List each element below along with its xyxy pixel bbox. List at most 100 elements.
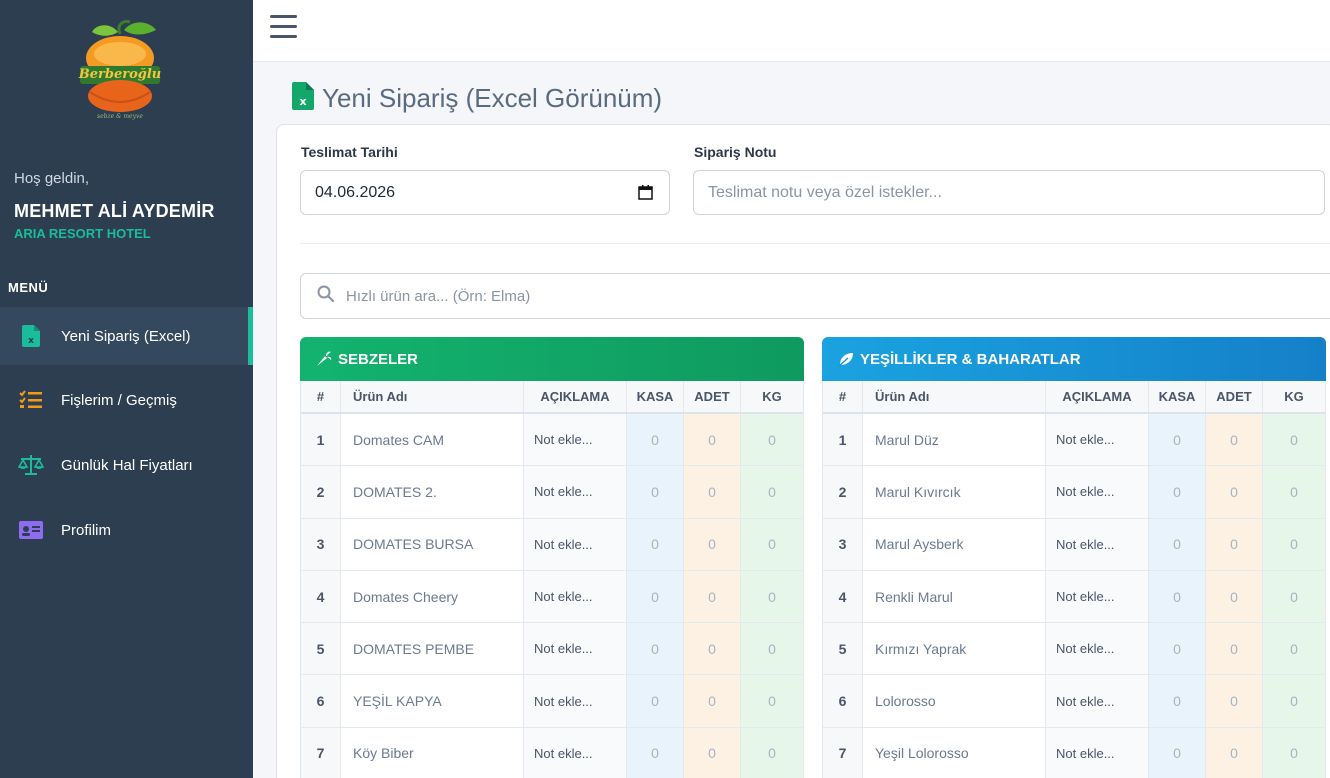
col-name: Ürün Adı	[863, 381, 1046, 412]
kasa-input[interactable]: 0	[1149, 466, 1206, 518]
note-input[interactable]: Not ekle...	[524, 414, 627, 466]
col-note: AÇIKLAMA	[1046, 381, 1149, 412]
kasa-input[interactable]: 0	[1149, 727, 1206, 778]
kasa-input[interactable]: 0	[627, 570, 684, 623]
product-name: Renkli Marul	[863, 570, 1046, 623]
adet-input[interactable]: 0	[1206, 414, 1263, 466]
adet-input[interactable]: 0	[684, 466, 741, 518]
kg-input[interactable]: 0	[741, 466, 803, 518]
kasa-input[interactable]: 0	[627, 727, 684, 778]
product-name: YEŞİL KAPYA	[341, 675, 524, 727]
kasa-input[interactable]: 0	[627, 414, 684, 466]
table-row: 5 Kırmızı Yaprak Not ekle... 0 0 0	[823, 623, 1325, 676]
product-name: DOMATES PEMBE	[341, 623, 524, 675]
menu-toggle-icon[interactable]	[270, 15, 297, 39]
col-note: AÇIKLAMA	[524, 381, 627, 412]
kg-input[interactable]: 0	[741, 675, 803, 727]
table-row: 1 Domates CAM Not ekle... 0 0 0	[301, 414, 803, 467]
kg-input[interactable]: 0	[741, 727, 803, 778]
note-input[interactable]: Not ekle...	[1046, 675, 1149, 727]
note-input[interactable]: Not ekle...	[524, 623, 627, 675]
kg-input[interactable]: 0	[1263, 570, 1325, 623]
note-input[interactable]: Not ekle...	[1046, 414, 1149, 466]
note-input[interactable]: Not ekle...	[1046, 570, 1149, 623]
adet-input[interactable]: 0	[1206, 518, 1263, 570]
col-adet: ADET	[684, 381, 741, 412]
note-input[interactable]: Not ekle...	[524, 727, 627, 778]
adet-input[interactable]: 0	[1206, 570, 1263, 623]
row-num: 1	[301, 414, 341, 466]
kasa-input[interactable]: 0	[627, 466, 684, 518]
row-num: 5	[301, 623, 341, 675]
delivery-date-input[interactable]: 04.06.2026	[300, 170, 670, 215]
note-input[interactable]: Not ekle...	[524, 466, 627, 518]
product-name: DOMATES 2.	[341, 466, 524, 518]
note-input[interactable]: Not ekle...	[1046, 466, 1149, 518]
nav-item-profile[interactable]: Profilim	[0, 501, 253, 559]
row-num: 6	[301, 675, 341, 727]
divider	[300, 243, 1330, 244]
adet-input[interactable]: 0	[684, 727, 741, 778]
row-num: 7	[823, 727, 863, 778]
kasa-input[interactable]: 0	[1149, 518, 1206, 570]
product-name: DOMATES BURSA	[341, 518, 524, 570]
kg-input[interactable]: 0	[741, 414, 803, 466]
kg-input[interactable]: 0	[1263, 518, 1325, 570]
table-row: 7 Köy Biber Not ekle... 0 0 0	[301, 727, 803, 778]
adet-input[interactable]: 0	[1206, 727, 1263, 778]
kasa-input[interactable]: 0	[1149, 570, 1206, 623]
nav-item-market-prices[interactable]: Günlük Hal Fiyatları	[0, 436, 253, 494]
search-placeholder: Hızlı ürün ara... (Örn: Elma)	[346, 287, 531, 305]
kasa-input[interactable]: 0	[1149, 414, 1206, 466]
kg-input[interactable]: 0	[741, 570, 803, 623]
order-note-placeholder: Teslimat notu veya özel istekler...	[708, 183, 942, 201]
kg-input[interactable]: 0	[1263, 623, 1325, 675]
nav-label: Fişlerim / Geçmiş	[61, 391, 177, 409]
sidebar: sebze & meyve Berberoğlu Hoş geldin, MEH…	[0, 0, 253, 778]
adet-input[interactable]: 0	[1206, 675, 1263, 727]
table-row: 3 Marul Aysberk Not ekle... 0 0 0	[823, 518, 1325, 571]
row-num: 4	[301, 570, 341, 623]
svg-text:x: x	[28, 336, 34, 346]
adet-input[interactable]: 0	[684, 414, 741, 466]
note-input[interactable]: Not ekle...	[524, 675, 627, 727]
note-input[interactable]: Not ekle...	[1046, 623, 1149, 675]
nav-item-history[interactable]: Fişlerim / Geçmiş	[0, 371, 253, 429]
kg-input[interactable]: 0	[1263, 414, 1325, 466]
note-input[interactable]: Not ekle...	[1046, 727, 1149, 778]
kg-input[interactable]: 0	[1263, 675, 1325, 727]
order-note-input[interactable]: Teslimat notu veya özel istekler...	[693, 170, 1325, 215]
brand-logo[interactable]: sebze & meyve Berberoğlu	[76, 16, 164, 120]
adet-input[interactable]: 0	[684, 570, 741, 623]
kasa-input[interactable]: 0	[627, 623, 684, 675]
adet-input[interactable]: 0	[684, 623, 741, 675]
note-input[interactable]: Not ekle...	[524, 518, 627, 570]
calendar-icon[interactable]	[638, 185, 653, 205]
nav-item-new-order[interactable]: x Yeni Sipariş (Excel)	[0, 307, 253, 365]
product-search-input[interactable]: Hızlı ürün ara... (Örn: Elma)	[300, 273, 1330, 319]
kasa-input[interactable]: 0	[627, 518, 684, 570]
kasa-input[interactable]: 0	[1149, 675, 1206, 727]
adet-input[interactable]: 0	[684, 675, 741, 727]
kg-input[interactable]: 0	[741, 518, 803, 570]
kasa-input[interactable]: 0	[1149, 623, 1206, 675]
category-header: SEBZELER	[300, 337, 804, 381]
note-input[interactable]: Not ekle...	[1046, 518, 1149, 570]
logo-text: Berberoğlu	[78, 67, 161, 82]
kg-input[interactable]: 0	[1263, 466, 1325, 518]
product-name: Domates CAM	[341, 414, 524, 466]
row-num: 2	[301, 466, 341, 518]
kasa-input[interactable]: 0	[627, 675, 684, 727]
adet-input[interactable]: 0	[684, 518, 741, 570]
note-input[interactable]: Not ekle...	[524, 570, 627, 623]
category-table-vegetables: SEBZELER # Ürün Adı AÇIKLAMA KASA ADET K…	[300, 337, 804, 778]
scale-icon	[18, 452, 44, 478]
product-grid: # Ürün Adı AÇIKLAMA KASA ADET KG 1 Marul …	[822, 381, 1326, 778]
adet-input[interactable]: 0	[1206, 466, 1263, 518]
adet-input[interactable]: 0	[1206, 623, 1263, 675]
table-row: 3 DOMATES BURSA Not ekle... 0 0 0	[301, 518, 803, 571]
hotel-name: ARIA RESORT HOTEL	[14, 226, 151, 241]
kg-input[interactable]: 0	[1263, 727, 1325, 778]
kg-input[interactable]: 0	[741, 623, 803, 675]
row-num: 1	[823, 414, 863, 466]
